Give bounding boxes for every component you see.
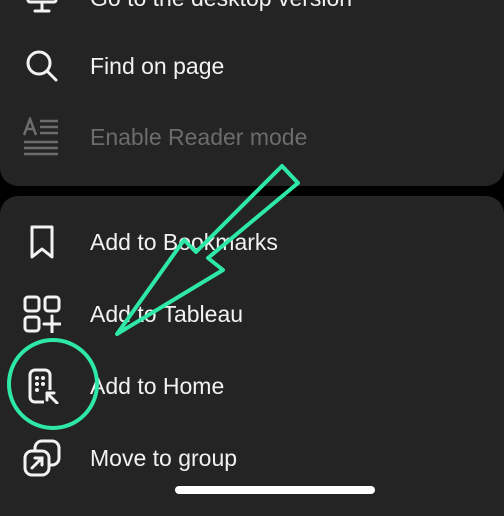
menu-item-desktop-version[interactable]: Go to the desktop version	[0, 0, 504, 28]
menu-item-move-to-group[interactable]: Move to group	[0, 428, 504, 488]
bookmark-icon	[22, 222, 62, 262]
home-indicator[interactable]	[175, 486, 375, 494]
desktop-icon	[22, 0, 62, 18]
menu-item-label: Enable Reader mode	[90, 123, 308, 150]
menu-item-add-to-bookmarks[interactable]: Add to Bookmarks	[0, 212, 504, 272]
menu-item-label: Add to Home	[90, 372, 225, 399]
menu-item-reader-mode[interactable]: Enable Reader mode	[0, 107, 504, 167]
add-to-home-icon	[22, 366, 62, 406]
menu-item-label: Find on page	[90, 52, 225, 79]
menu-item-label: Move to group	[90, 444, 238, 471]
menu-item-label: Add to Tableau	[90, 300, 244, 327]
menu-item-label: Add to Bookmarks	[90, 228, 278, 255]
menu-item-find-on-page[interactable]: Find on page	[0, 36, 504, 96]
reader-mode-icon	[22, 117, 62, 157]
tableau-icon	[22, 294, 62, 334]
top-menu-panel: Go to the desktop version Find on page E…	[0, 0, 504, 186]
search-icon	[22, 46, 62, 86]
menu-item-add-to-home[interactable]: Add to Home	[0, 356, 504, 416]
bottom-menu-panel: Add to Bookmarks Add to Tableau Add to H…	[0, 196, 504, 516]
menu-item-add-to-tableau[interactable]: Add to Tableau	[0, 284, 504, 344]
move-to-group-icon	[22, 438, 62, 478]
menu-item-label: Go to the desktop version	[90, 0, 352, 12]
